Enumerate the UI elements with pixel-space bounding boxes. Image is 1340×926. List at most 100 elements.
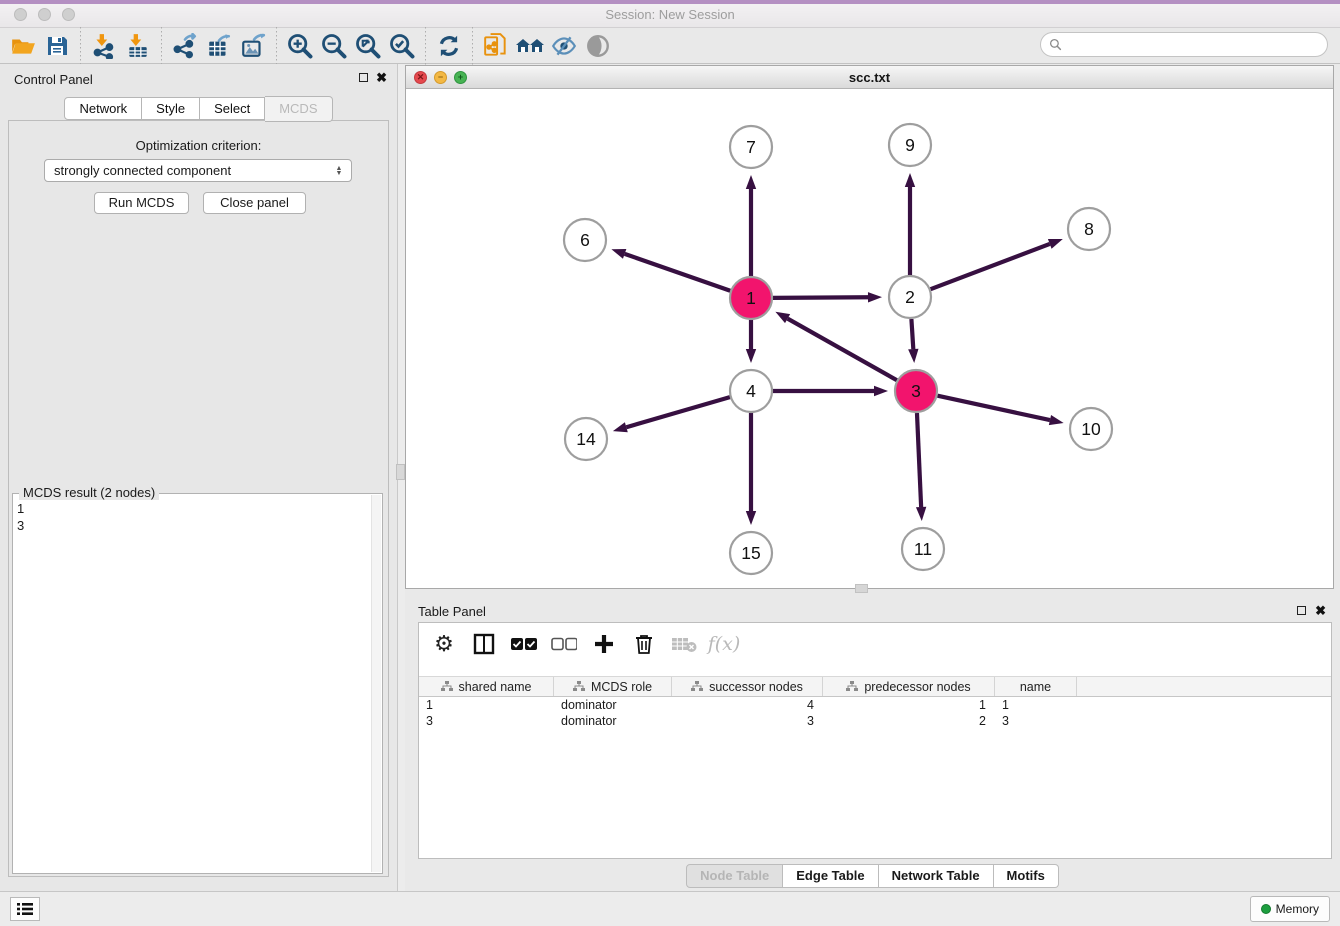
zoom-in-button[interactable] [283,30,317,62]
table-body: 1dominator4113dominator323 [419,697,1331,729]
table-row[interactable]: 3dominator323 [419,713,1331,729]
edge-4-14[interactable] [626,397,730,427]
table-cell[interactable]: 3 [995,713,1077,729]
add-row-button[interactable] [591,631,617,657]
column-header-cell[interactable]: successor nodes [672,677,823,696]
tab-select[interactable]: Select [200,97,265,120]
import-network-button[interactable] [87,30,121,62]
criterion-dropdown[interactable]: strongly connected component ▲▼ [44,159,352,182]
show-columns-button[interactable] [471,631,497,657]
table-panel-float-icon[interactable] [1297,606,1306,615]
save-session-button[interactable] [40,30,74,62]
export-image-icon [240,33,266,59]
table-cell[interactable]: 2 [823,713,995,729]
columns-icon [473,633,495,655]
edge-arrowhead [746,349,756,363]
network-graph[interactable]: 7968124314101511 [406,89,1333,588]
toolbar-separator [425,27,426,65]
zoom-fit-button[interactable] [351,30,385,62]
search-input[interactable] [1067,36,1327,53]
column-header-cell[interactable]: shared name [419,677,554,696]
function-builder-button[interactable]: f(x) [711,631,737,657]
horizontal-splitter-grip[interactable] [855,584,868,593]
table-settings-button[interactable]: ⚙ [431,631,457,657]
edge-3-10[interactable] [937,396,1049,420]
edge-2-8[interactable] [931,244,1050,289]
column-header-cell[interactable]: name [995,677,1077,696]
tab-network-table[interactable]: Network Table [879,864,994,888]
memory-button[interactable]: Memory [1250,896,1330,922]
edge-3-1[interactable] [788,319,897,381]
table-cell[interactable]: 4 [672,697,823,713]
import-table-button[interactable] [121,30,155,62]
column-header-cell[interactable]: MCDS role [554,677,672,696]
toolbar-separator [276,27,277,65]
deselect-all-button[interactable] [551,631,577,657]
birds-eye-view-button[interactable] [581,30,615,62]
edge-arrowhead [916,507,926,521]
graph-node-label-7: 7 [746,137,756,157]
main-toolbar [0,28,1340,64]
table-cell[interactable]: 1 [995,697,1077,713]
control-panel-float-icon[interactable] [359,73,368,82]
open-folder-icon [10,33,36,59]
tab-node-table[interactable]: Node Table [686,864,783,888]
clone-network-button[interactable] [479,30,513,62]
status-bar: Memory [0,891,1340,926]
zoom-out-button[interactable] [317,30,351,62]
edge-3-11[interactable] [917,413,921,507]
result-scrollbar[interactable] [371,495,381,872]
mcds-result-list[interactable]: 13 [17,500,368,869]
tab-mcds[interactable]: MCDS [265,96,332,122]
export-table-button[interactable] [202,30,236,62]
column-header-shared-name: shared name [459,680,532,694]
run-mcds-button[interactable]: Run MCDS [94,192,189,214]
export-image-button[interactable] [236,30,270,62]
table-cell[interactable]: dominator [554,713,672,729]
graphics-details-button[interactable] [547,30,581,62]
column-header-successor-nodes: successor nodes [709,680,803,694]
table-cell[interactable]: 1 [419,697,554,713]
open-session-button[interactable] [6,30,40,62]
table-cell[interactable]: dominator [554,697,672,713]
export-network-button[interactable] [168,30,202,62]
graph-node-label-10: 10 [1081,419,1101,439]
edge-1-6[interactable] [625,254,731,291]
gear-icon: ⚙ [434,633,454,655]
window-titlebar: Session: New Session [0,0,1340,28]
refresh-icon [436,33,462,59]
eye-slash-icon [550,33,578,59]
table-row[interactable]: 1dominator411 [419,697,1331,713]
vertical-splitter-grip[interactable] [396,464,405,480]
network-window-titlebar: ✕ − + scc.txt [406,66,1333,89]
close-panel-button[interactable]: Close panel [203,192,306,214]
table-cell[interactable]: 3 [419,713,554,729]
control-panel-close-icon[interactable]: ✖ [376,72,387,83]
table-cell[interactable]: 1 [823,697,995,713]
search-field[interactable] [1040,32,1328,57]
tab-network[interactable]: Network [64,97,142,120]
tab-edge-table[interactable]: Edge Table [783,864,878,888]
task-history-button[interactable] [10,897,40,921]
control-panel: Control Panel ✖ NetworkStyleSelectMCDS O… [0,64,397,891]
deselect-all-icon [551,637,577,651]
delete-table-button[interactable] [671,631,697,657]
delete-row-button[interactable] [631,631,657,657]
first-neighbors-button[interactable] [513,30,547,62]
refresh-layout-button[interactable] [432,30,466,62]
zoom-selected-button[interactable] [385,30,419,62]
column-header-cell[interactable]: predecessor nodes [823,677,995,696]
hierarchy-icon [846,681,858,692]
network-canvas[interactable]: 7968124314101511 [406,89,1333,588]
result-item: 1 [17,500,368,517]
table-panel-close-icon[interactable]: ✖ [1315,605,1326,616]
table-cell[interactable]: 3 [672,713,823,729]
tab-motifs[interactable]: Motifs [994,864,1059,888]
mcds-result-box: MCDS result (2 nodes) 13 [12,493,383,874]
edge-1-2[interactable] [773,297,868,298]
result-item: 3 [17,517,368,534]
tab-style[interactable]: Style [142,97,200,120]
edge-2-3[interactable] [911,319,913,349]
zoom-out-icon [320,32,348,60]
select-all-button[interactable] [511,631,537,657]
